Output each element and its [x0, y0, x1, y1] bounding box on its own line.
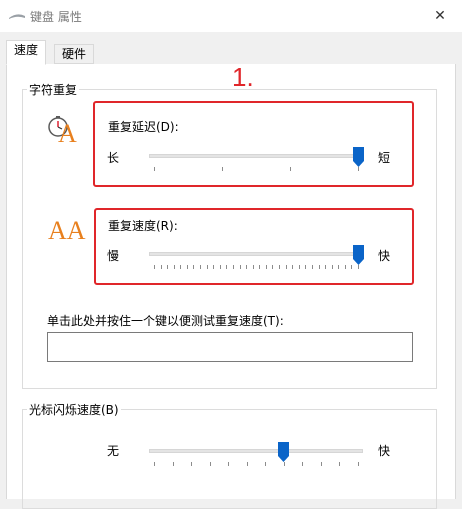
slider-tick [344, 265, 346, 269]
slider-tick [160, 265, 162, 269]
slider-tick [206, 265, 208, 269]
slider-tick [222, 167, 223, 171]
repeat-delay-min-label: 长 [107, 151, 120, 165]
repeat-delay-label: 重复延迟(D): [108, 120, 179, 134]
slider-tick [232, 265, 234, 269]
repeat-delay-icon: A [46, 115, 80, 149]
slider-tick [228, 462, 230, 466]
slider-tick [358, 167, 359, 171]
cursor-blink-slider[interactable] [149, 440, 363, 470]
test-repeat-label: 单击此处并按住一个键以便测试重复速度(T): [47, 314, 284, 328]
slider-tick [252, 265, 254, 269]
slider-tick [265, 265, 267, 269]
annotation-number: 1. [232, 62, 254, 92]
test-repeat-input[interactable] [47, 332, 413, 362]
slider-tick [358, 265, 359, 269]
slider-tick [305, 265, 307, 269]
slider-tick [200, 265, 202, 269]
slider-tick [246, 265, 248, 269]
slider-tick [172, 462, 174, 466]
slider-thumb[interactable] [352, 245, 364, 265]
slider-tick [265, 462, 267, 466]
slider-thumb[interactable] [352, 147, 364, 167]
repeat-rate-label: 重复速度(R): [108, 219, 178, 233]
slider-tick [180, 265, 182, 269]
slider-tick [320, 462, 322, 466]
slider-tick [338, 265, 340, 269]
slider-tick [285, 265, 287, 269]
keyboard-icon [9, 14, 25, 19]
slider-tick [167, 265, 169, 269]
slider-tick [311, 265, 313, 269]
slider-tick [298, 265, 300, 269]
slider-track[interactable] [149, 449, 363, 453]
slider-tick [331, 265, 333, 269]
slider-tick [325, 265, 327, 269]
slider-tick [154, 462, 155, 466]
slider-tick [209, 462, 211, 466]
cursor-blink-min-label: 无 [107, 444, 120, 458]
repeat-rate-max-label: 快 [378, 249, 391, 263]
slider-tick [193, 265, 195, 269]
cursor-blink-group-title: 光标闪烁速度(B) [27, 401, 121, 418]
close-icon: ✕ [434, 8, 446, 24]
tab-speed[interactable]: 速度 [6, 40, 47, 65]
slider-tick [351, 265, 353, 269]
slider-tick [339, 462, 341, 466]
slider-ticks [154, 462, 359, 466]
window-title: 键盘 属性 [30, 10, 82, 24]
close-button[interactable]: ✕ [418, 0, 462, 32]
slider-tick [272, 265, 274, 269]
slider-tick [302, 462, 304, 466]
slider-tick [213, 265, 215, 269]
slider-tick [226, 265, 228, 269]
repeat-delay-slider[interactable] [149, 145, 364, 175]
slider-tick [292, 265, 294, 269]
tab-hardware[interactable]: 硬件 [54, 44, 95, 64]
slider-tick [259, 265, 261, 269]
slider-tick [219, 265, 221, 269]
repeat-rate-min-label: 慢 [107, 249, 120, 263]
repeat-rate-icon: AA [48, 216, 86, 245]
slider-tick [239, 265, 241, 269]
slider-tick [318, 265, 320, 269]
slider-tick [173, 265, 175, 269]
char-repeat-group-title: 字符重复 [27, 81, 80, 98]
slider-tick [246, 462, 248, 466]
slider-track[interactable] [149, 154, 363, 158]
slider-thumb[interactable] [278, 442, 290, 462]
cursor-blink-max-label: 快 [378, 444, 391, 458]
slider-tick [154, 265, 155, 269]
repeat-delay-max-label: 短 [378, 151, 391, 165]
letter-a-icon: A [58, 119, 77, 148]
slider-tick [154, 167, 155, 171]
slider-ticks [154, 167, 359, 171]
slider-tick [283, 462, 285, 466]
slider-track[interactable] [149, 252, 363, 256]
slider-tick [358, 462, 359, 466]
slider-ticks [154, 265, 359, 269]
slider-tick [186, 265, 188, 269]
title-bar: 键盘 属性 ✕ [0, 0, 462, 32]
slider-tick [290, 167, 291, 171]
slider-tick [191, 462, 193, 466]
slider-tick [279, 265, 281, 269]
repeat-rate-slider[interactable] [149, 243, 364, 273]
